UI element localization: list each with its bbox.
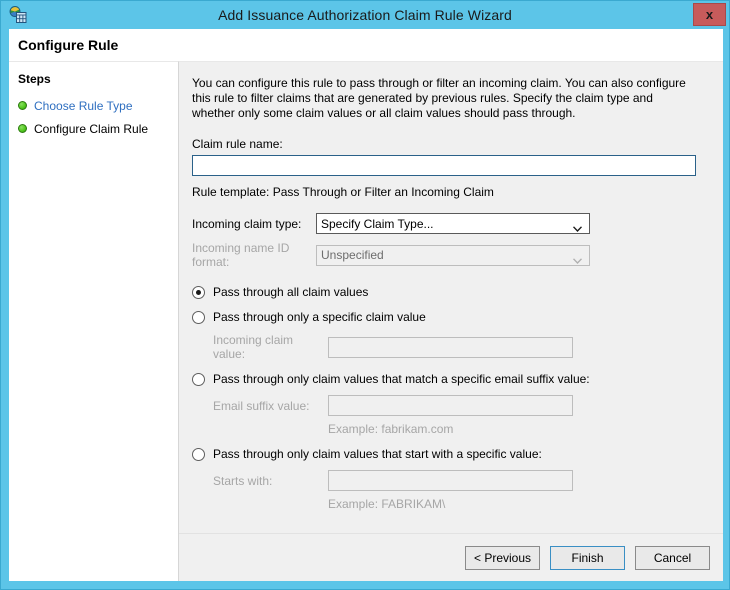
sidebar-item-configure-claim-rule[interactable]: Configure Claim Rule [18,118,178,139]
button-bar: < Previous Finish Cancel [179,533,723,581]
page-header: Configure Rule [9,29,723,61]
email-suffix-value-label: Email suffix value: [213,399,328,413]
incoming-claim-type-label: Incoming claim type: [192,217,316,231]
panel-body: You can configure this rule to pass thro… [179,62,723,533]
email-suffix-example: Example: fabrikam.com [192,422,709,436]
sidebar-item-label: Configure Claim Rule [34,122,148,136]
email-suffix-value-input [328,395,573,416]
finish-button[interactable]: Finish [550,546,625,570]
incoming-claim-value-input [328,337,573,358]
radio-pass-through-specific[interactable]: Pass through only a specific claim value [192,310,709,324]
green-dot-icon [18,101,27,110]
close-button[interactable]: x [693,3,726,26]
chevron-down-icon [573,221,582,227]
claim-rule-name-input[interactable] [192,155,696,176]
radio-label: Pass through only a specific claim value [213,310,426,324]
incoming-claim-type-row: Incoming claim type: Specify Claim Type.… [192,213,709,234]
rule-template-text: Rule template: Pass Through or Filter an… [192,185,709,199]
starts-with-label: Starts with: [213,474,328,488]
radio-button-icon [192,286,205,299]
content-area: Steps Choose Rule Type Configure Claim R… [9,61,723,581]
starts-with-input [328,470,573,491]
radio-button-icon [192,311,205,324]
sidebar-item-choose-rule-type[interactable]: Choose Rule Type [18,95,178,116]
adfs-claim-rule-icon [9,6,27,24]
starts-with-value-row: Starts with: [192,470,709,491]
window-title: Add Issuance Authorization Claim Rule Wi… [1,7,729,23]
chevron-down-icon [573,253,582,259]
radio-pass-through-email-suffix[interactable]: Pass through only claim values that matc… [192,372,709,386]
green-dot-icon [18,124,27,133]
radio-label: Pass through only claim values that star… [213,447,542,461]
cancel-button[interactable]: Cancel [635,546,710,570]
claim-rule-name-label: Claim rule name: [192,137,709,151]
steps-sidebar: Steps Choose Rule Type Configure Claim R… [9,61,179,581]
radio-label: Pass through only claim values that matc… [213,372,590,386]
radio-label: Pass through all claim values [213,285,368,299]
incoming-claim-value-row: Incoming claim value: [192,333,709,361]
incoming-claim-value-label: Incoming claim value: [213,333,328,361]
incoming-name-id-format-dropdown: Unspecified [316,245,590,266]
sidebar-item-label: Choose Rule Type [34,99,133,113]
wizard-window: Add Issuance Authorization Claim Rule Wi… [0,0,730,590]
previous-button[interactable]: < Previous [465,546,540,570]
radio-button-icon [192,373,205,386]
dialog-body: Configure Rule Steps Choose Rule Type Co… [9,29,723,581]
title-bar: Add Issuance Authorization Claim Rule Wi… [1,1,729,29]
intro-description: You can configure this rule to pass thro… [192,76,696,121]
page-title: Configure Rule [18,37,118,53]
incoming-name-id-format-row: Incoming name ID format: Unspecified [192,241,709,269]
starts-with-example: Example: FABRIKAM\ [192,497,709,511]
incoming-claim-type-dropdown[interactable]: Specify Claim Type... [316,213,590,234]
incoming-name-id-format-value: Unspecified [317,248,384,262]
incoming-name-id-format-label: Incoming name ID format: [192,241,316,269]
radio-pass-through-starts-with[interactable]: Pass through only claim values that star… [192,447,709,461]
email-suffix-value-row: Email suffix value: [192,395,709,416]
main-panel: You can configure this rule to pass thro… [179,61,723,581]
radio-pass-through-all[interactable]: Pass through all claim values [192,285,709,299]
incoming-claim-type-value: Specify Claim Type... [317,217,434,231]
radio-button-icon [192,448,205,461]
steps-heading: Steps [18,72,178,86]
